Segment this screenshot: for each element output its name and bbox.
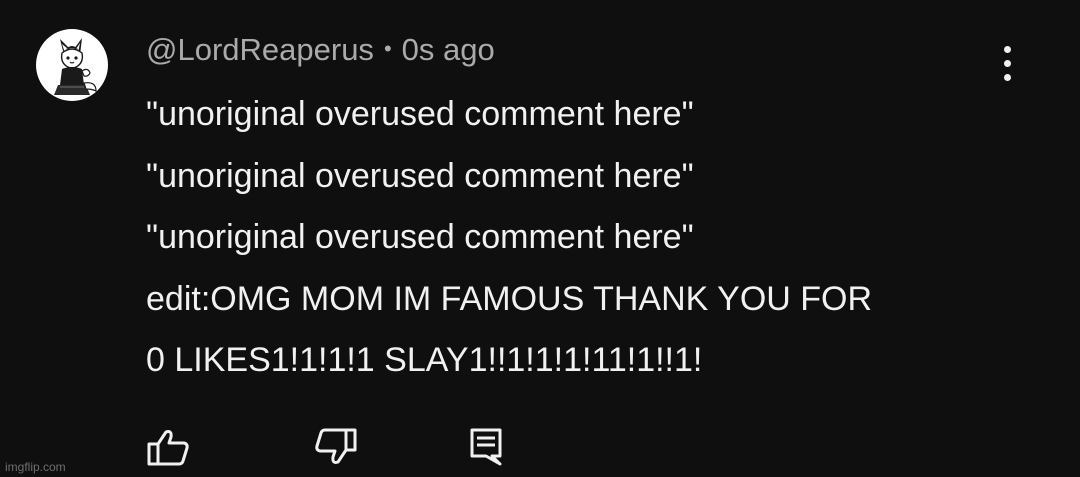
thumbs-down-icon [315, 428, 357, 464]
fox-character-avatar-icon [54, 38, 97, 95]
comment-line: "unoriginal overused comment here" [146, 218, 694, 256]
comment-line: edit:OMG MOM IM FAMOUS THANK YOU FOR [146, 279, 873, 318]
comment-header: @LordReaperus • 0s ago [146, 30, 495, 70]
comment-line: "unoriginal overused comment here" [146, 95, 694, 133]
separator-dot: • [383, 36, 392, 61]
avatar[interactable] [36, 29, 108, 101]
comment-thread: @LordReaperus • 0s ago "unoriginal overu… [0, 0, 1080, 477]
reply-button[interactable] [466, 426, 510, 468]
reply-comment-icon [470, 428, 502, 466]
comment-text: "unoriginal overused comment here" "unor… [146, 84, 1046, 392]
dislike-button[interactable] [314, 426, 358, 468]
thumbs-up-icon [147, 430, 189, 466]
like-button[interactable] [146, 426, 190, 468]
author-name[interactable]: @LordReaperus [146, 32, 374, 68]
timestamp[interactable]: 0s ago [402, 32, 495, 68]
comment-line: "unoriginal overused comment here" [146, 156, 694, 195]
watermark: imgflip.com [5, 460, 66, 474]
more-options-icon[interactable] [994, 44, 1022, 84]
comment-line: 0 LIKES1!1!1!1 SLAY1!!1!1!1!11!1!!1! [146, 341, 703, 379]
